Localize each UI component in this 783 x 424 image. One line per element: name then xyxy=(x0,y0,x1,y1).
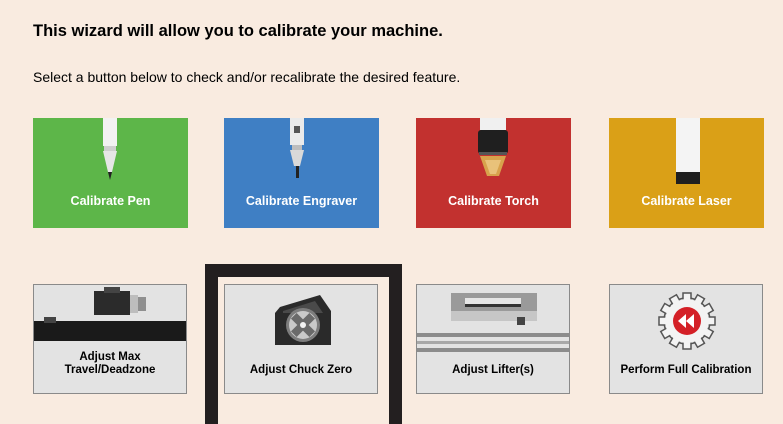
wizard-instructions: Select a button below to check and/or re… xyxy=(33,69,461,85)
engraver-icon xyxy=(290,118,304,178)
adjust-lifters-label: Adjust Lifter(s) xyxy=(417,364,569,377)
adjust-max-travel-label: Adjust Max Travel/Deadzone xyxy=(34,351,186,377)
chuck-icon xyxy=(275,295,331,345)
adjust-max-travel-button[interactable]: Adjust Max Travel/Deadzone xyxy=(33,284,187,394)
calibrate-torch-button[interactable]: Calibrate Torch xyxy=(416,118,571,228)
adjust-chuck-zero-label-line1: Adjust Chuck Zero xyxy=(249,364,353,376)
full-calibration-label-line1: Perform Full Calibration xyxy=(620,364,752,376)
full-calibration-label: Perform Full Calibration xyxy=(610,364,762,377)
laser-icon xyxy=(676,118,700,184)
calibrate-torch-label: Calibrate Torch xyxy=(448,194,539,208)
adjust-max-travel-label-line1: Adjust Max xyxy=(79,351,141,363)
adjust-chuck-zero-button[interactable]: Adjust Chuck Zero xyxy=(224,284,378,394)
adjust-lifters-button[interactable]: Adjust Lifter(s) xyxy=(416,284,570,394)
calibrate-engraver-label: Calibrate Engraver xyxy=(245,194,358,208)
full-calibration-icon xyxy=(658,292,716,350)
adjust-chuck-zero-label: Adjust Chuck Zero xyxy=(225,364,377,377)
calibrate-engraver-button[interactable]: Calibrate Engraver xyxy=(224,118,379,228)
calibrate-pen-label: Calibrate Pen xyxy=(70,194,151,208)
max-travel-icon xyxy=(34,287,186,341)
lifter-icon xyxy=(417,293,569,352)
pen-icon xyxy=(103,118,117,180)
calibrate-laser-button[interactable]: Calibrate Laser xyxy=(609,118,764,228)
calibrate-laser-label: Calibrate Laser xyxy=(641,194,732,208)
full-calibration-button[interactable]: Perform Full Calibration xyxy=(609,284,763,394)
calibrate-pen-button[interactable]: Calibrate Pen xyxy=(33,118,188,228)
adjust-max-travel-label-line2: Travel/Deadzone xyxy=(64,364,156,376)
wizard-title: This wizard will allow you to calibrate … xyxy=(33,22,443,40)
torch-icon xyxy=(478,118,508,176)
adjust-lifters-label-line1: Adjust Lifter(s) xyxy=(452,364,534,376)
